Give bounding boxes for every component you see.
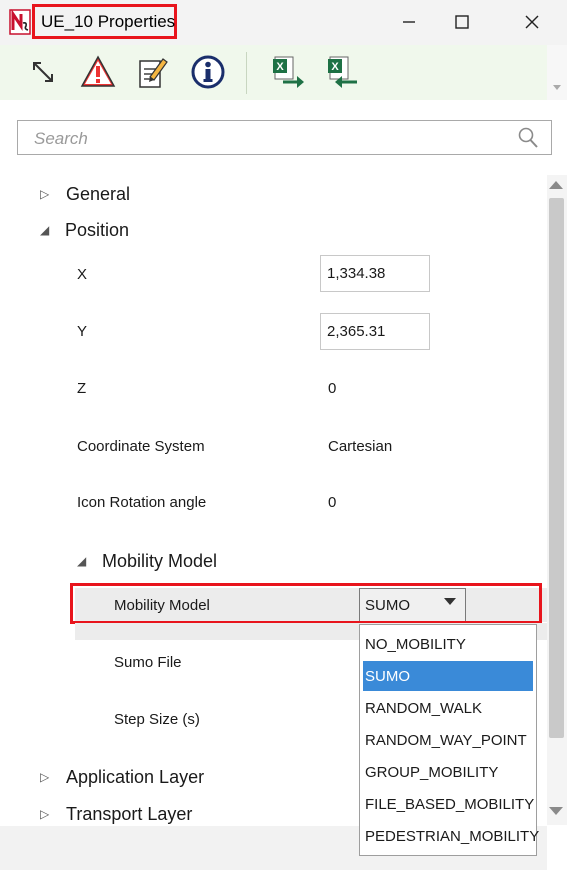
group-mobility-label: Mobility Model [102, 550, 218, 571]
search-box[interactable] [17, 120, 552, 156]
property-sumo-file: Sumo File [114, 647, 182, 677]
scroll-down-icon[interactable] [549, 807, 563, 815]
property-x: X [77, 259, 87, 289]
x-value-field[interactable]: 1,334.38 [320, 255, 430, 292]
dropdown-option[interactable]: NO_MOBILITY [363, 629, 533, 659]
group-application-layer-label: Application Layer [66, 766, 205, 787]
scroll-up-icon[interactable] [549, 181, 563, 189]
property-z-label: Z [77, 379, 87, 397]
property-step-size: Step Size (s) [114, 704, 200, 734]
expand-triangle-icon[interactable]: ▷ [40, 807, 52, 821]
group-general[interactable]: ▷ General [40, 179, 130, 209]
step-size-label: Step Size (s) [114, 710, 200, 728]
dropdown-option[interactable]: GROUP_MOBILITY [363, 757, 533, 787]
group-position[interactable]: ◢ Position [40, 215, 129, 245]
excel-export-icon[interactable]: X [270, 54, 306, 90]
group-position-label: Position [65, 219, 130, 240]
z-value: 0 [328, 380, 337, 397]
svg-text:X: X [276, 61, 284, 73]
maximize-button[interactable] [444, 8, 480, 36]
property-y-label: Y [77, 322, 88, 340]
expand-triangle-icon[interactable]: ▷ [40, 770, 52, 784]
scrollbar-thumb[interactable] [549, 198, 564, 738]
dropdown-option[interactable]: FILE_BASED_MOBILITY [363, 789, 534, 819]
collapse-triangle-icon[interactable]: ◢ [77, 554, 89, 568]
excel-import-icon[interactable]: X [325, 54, 361, 90]
group-mobility-model[interactable]: ◢ Mobility Model [77, 546, 217, 576]
toolbar-scroll[interactable] [547, 45, 567, 100]
group-transport-layer[interactable]: ▷ Transport Layer [40, 799, 192, 829]
group-transport-layer-label: Transport Layer [66, 803, 193, 824]
expand-icon[interactable] [25, 54, 61, 90]
dropdown-option[interactable]: RANDOM_WAY_POINT [363, 725, 533, 755]
toolbar-separator [246, 52, 247, 94]
minimize-button[interactable] [391, 8, 427, 36]
app-logo-icon [9, 9, 31, 35]
close-button[interactable] [514, 8, 550, 36]
sumo-file-label: Sumo File [114, 653, 182, 671]
coordinate-system-value: Cartesian [328, 438, 393, 455]
mobility-model-dropdown[interactable]: NO_MOBILITY SUMO RANDOM_WALK RANDOM_WAY_… [359, 624, 539, 856]
group-application-layer[interactable]: ▷ Application Layer [40, 762, 204, 792]
dropdown-option[interactable]: PEDESTRIAN_MOBILITY [363, 821, 539, 851]
property-coordinate-system: Coordinate System [77, 431, 205, 461]
coordinate-system-label: Coordinate System [77, 437, 205, 455]
property-icon-rotation: Icon Rotation angle [77, 487, 206, 517]
search-input[interactable] [18, 121, 516, 156]
dropdown-option-selected[interactable]: SUMO [363, 661, 533, 691]
expand-triangle-icon[interactable]: ▷ [40, 187, 52, 201]
info-icon[interactable] [190, 54, 226, 90]
y-value-field[interactable]: 2,365.31 [320, 313, 430, 350]
property-y: Y [77, 316, 87, 346]
collapse-triangle-icon[interactable]: ◢ [40, 223, 52, 237]
edit-notes-icon[interactable] [134, 54, 170, 90]
icon-rotation-value: 0 [328, 494, 337, 511]
search-icon[interactable] [516, 126, 540, 150]
property-x-label: X [77, 265, 88, 283]
warning-icon[interactable] [80, 54, 116, 90]
property-z: Z [77, 373, 86, 403]
mobility-model-highlight-box [70, 583, 542, 624]
icon-rotation-label: Icon Rotation angle [77, 493, 207, 511]
dropdown-option[interactable]: RANDOM_WALK [363, 693, 533, 723]
svg-text:X: X [331, 61, 339, 73]
group-general-label: General [66, 183, 131, 204]
window-title: UE_10 Properties [41, 12, 176, 31]
